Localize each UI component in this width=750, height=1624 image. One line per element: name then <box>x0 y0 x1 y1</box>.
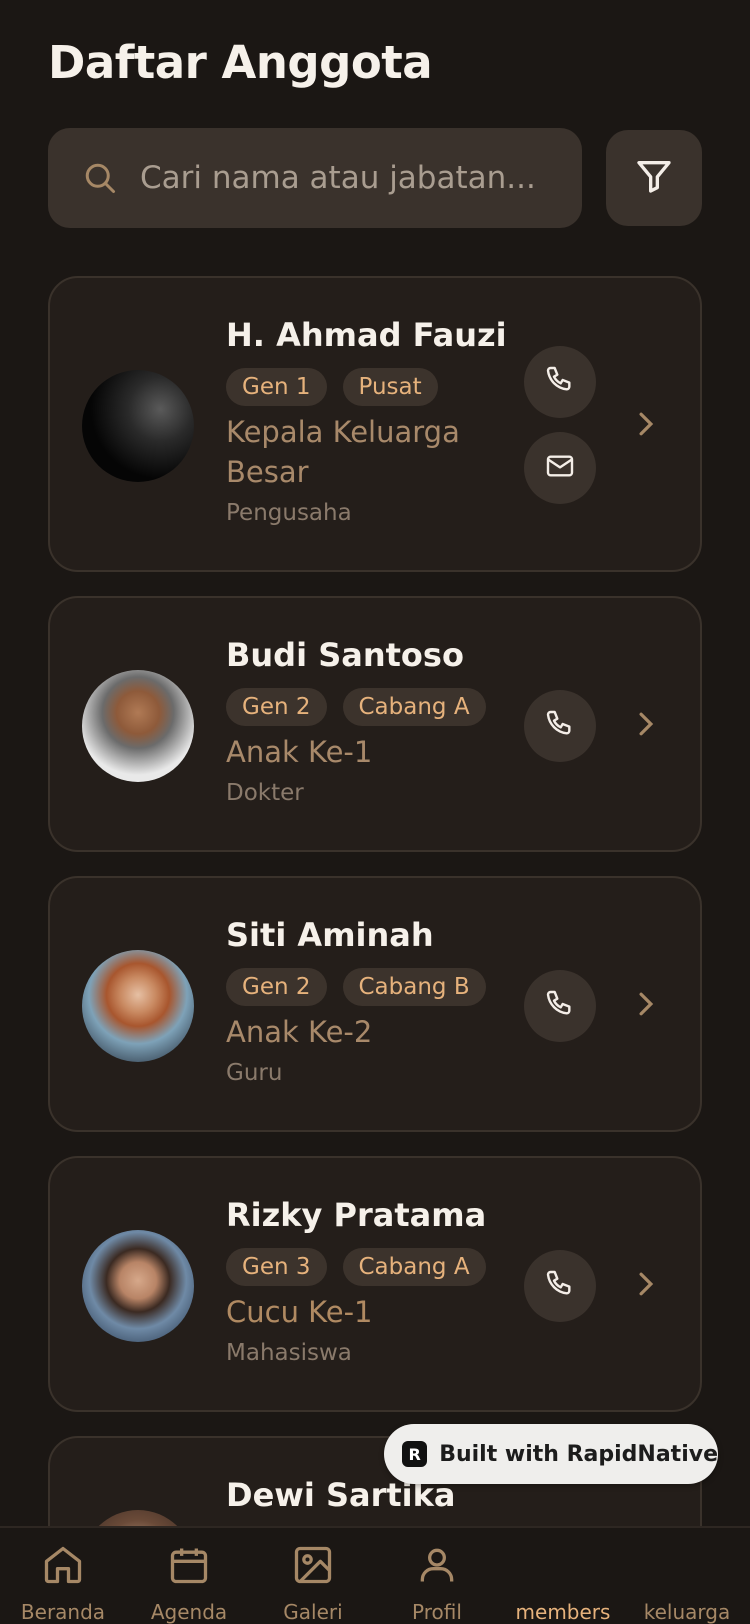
rapidnative-logo-icon: R <box>402 1441 428 1467</box>
member-name: H. Ahmad Fauzi <box>226 316 507 354</box>
branch-badge: Cabang A <box>342 1248 486 1286</box>
filter-icon <box>634 156 674 200</box>
avatar <box>82 670 194 782</box>
search-bar[interactable] <box>48 128 582 228</box>
tab-label: Agenda <box>150 1600 228 1624</box>
member-occupation: Guru <box>226 1060 283 1086</box>
chevron-right-icon[interactable] <box>634 712 658 736</box>
generation-badge: Gen 1 <box>226 368 327 406</box>
call-button[interactable] <box>524 346 596 418</box>
member-occupation: Dokter <box>226 780 304 806</box>
member-role: Kepala Keluarga Besar <box>226 415 460 489</box>
branch-badge: Pusat <box>342 368 438 406</box>
tab-beranda[interactable]: Beranda <box>0 1540 126 1624</box>
user-icon <box>374 1540 500 1590</box>
member-role: Cucu Ke-1 <box>226 1295 373 1329</box>
rapidnative-badge[interactable]: R Built with RapidNative <box>384 1424 718 1484</box>
member-occupation: Mahasiswa <box>226 1340 352 1366</box>
home-icon <box>0 1540 126 1590</box>
branch-badge: Cabang B <box>342 968 486 1006</box>
chevron-right-icon[interactable] <box>634 1272 658 1296</box>
tab-profil[interactable]: Profil <box>374 1540 500 1624</box>
generation-badge: Gen 2 <box>226 688 327 726</box>
member-name: Budi Santoso <box>226 636 464 674</box>
badge-text: Built with RapidNative <box>439 1441 718 1467</box>
image-icon <box>250 1540 376 1590</box>
calendar-icon <box>126 1540 252 1590</box>
member-occupation: Pengusaha <box>226 500 352 526</box>
member-role: Anak Ke-2 <box>226 1015 373 1049</box>
generation-badge: Gen 2 <box>226 968 327 1006</box>
tab-keluarga[interactable]: keluarga <box>624 1540 750 1624</box>
tab-galeri[interactable]: Galeri <box>250 1540 376 1624</box>
avatar <box>82 950 194 1062</box>
avatar <box>82 370 194 482</box>
member-name: Rizky Pratama <box>226 1196 487 1234</box>
search-input[interactable] <box>140 160 540 196</box>
filter-button[interactable] <box>606 130 702 226</box>
call-button[interactable] <box>524 690 596 762</box>
call-button[interactable] <box>524 1250 596 1322</box>
chevron-right-icon[interactable] <box>634 992 658 1016</box>
generation-badge: Gen 3 <box>226 1248 327 1286</box>
bottom-tab-bar: Beranda Agenda Galeri Profil members kel… <box>0 1526 750 1624</box>
email-button[interactable] <box>524 432 596 504</box>
tab-label: keluarga <box>643 1600 731 1624</box>
page-title: Daftar Anggota <box>48 36 433 89</box>
member-card[interactable]: Budi Santoso Gen 2 Cabang A Anak Ke-1 Do… <box>48 596 702 852</box>
tab-members[interactable]: members <box>500 1540 626 1624</box>
chevron-right-icon[interactable] <box>634 412 658 436</box>
tab-agenda[interactable]: Agenda <box>126 1540 252 1624</box>
search-icon <box>82 160 118 196</box>
tab-label: Galeri <box>283 1600 343 1624</box>
tab-label: Profil <box>412 1600 462 1624</box>
mail-icon <box>544 450 576 486</box>
member-card[interactable]: Rizky Pratama Gen 3 Cabang A Cucu Ke-1 M… <box>48 1156 702 1412</box>
member-card[interactable]: H. Ahmad Fauzi Gen 1 Pusat Kepala Keluar… <box>48 276 702 572</box>
member-name: Siti Aminah <box>226 916 434 954</box>
phone-icon <box>544 988 576 1024</box>
member-role: Anak Ke-1 <box>226 735 373 769</box>
phone-icon <box>544 364 576 400</box>
call-button[interactable] <box>524 970 596 1042</box>
member-card[interactable]: Siti Aminah Gen 2 Cabang B Anak Ke-2 Gur… <box>48 876 702 1132</box>
phone-icon <box>544 708 576 744</box>
branch-badge: Cabang A <box>342 688 486 726</box>
tab-label: members <box>515 1600 611 1624</box>
avatar <box>82 1230 194 1342</box>
phone-icon <box>544 1268 576 1304</box>
tab-label: Beranda <box>20 1600 106 1624</box>
